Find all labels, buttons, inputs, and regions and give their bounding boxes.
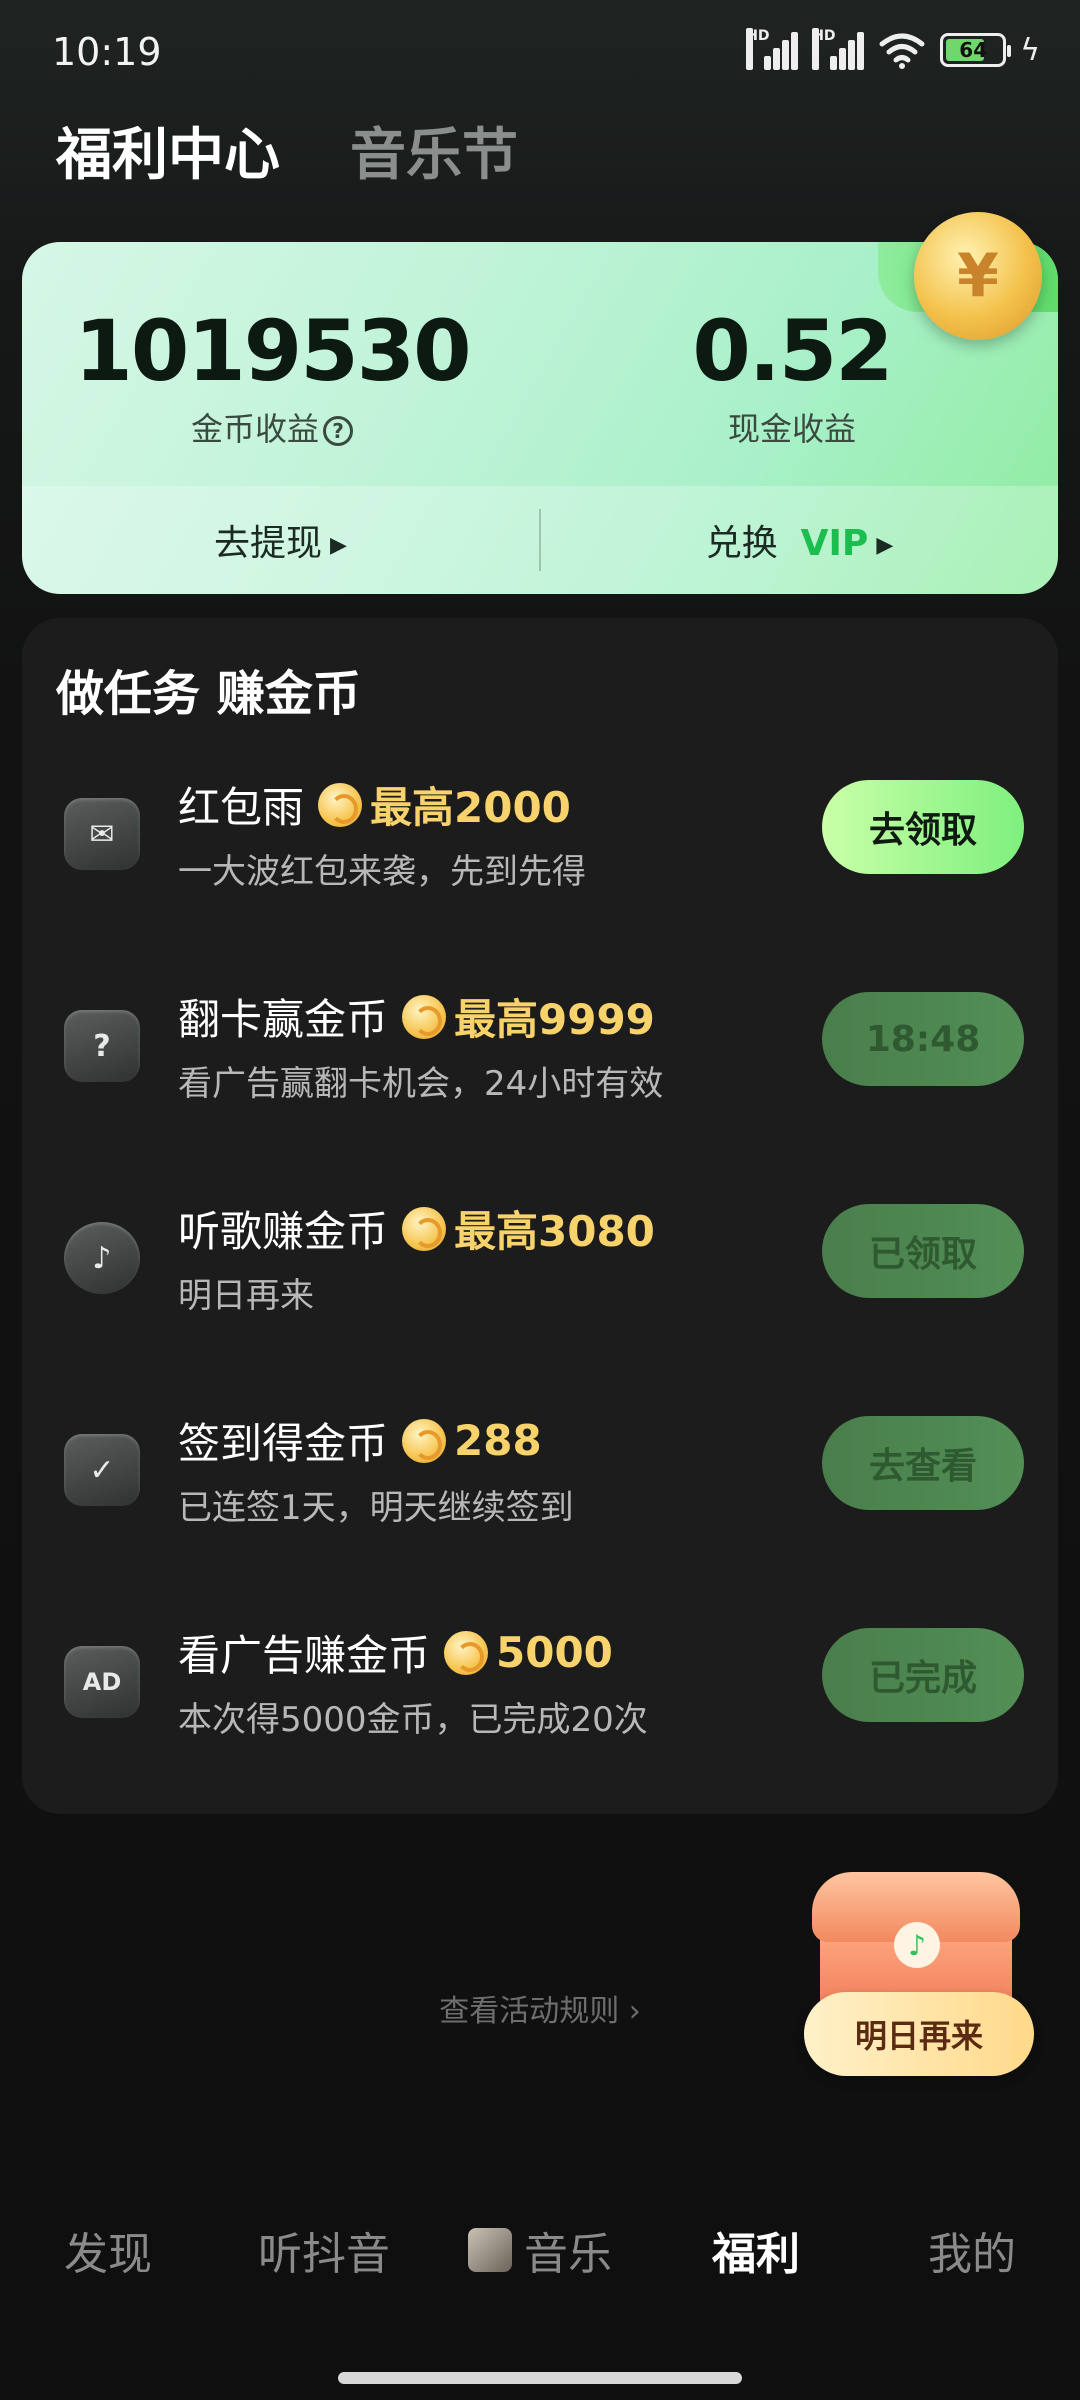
task-desc: 一大波红包来袭，先到先得 bbox=[178, 852, 586, 892]
task-item: ♪ 听歌赚金币 最高3080 明日再来 已领取 bbox=[22, 1178, 1058, 1390]
task-item: ✉ 红包雨 最高2000 一大波红包来袭，先到先得 去领取 bbox=[22, 754, 1058, 966]
card-question-icon: ? bbox=[64, 1010, 140, 1082]
task-desc: 本次得5000金币，已完成20次 bbox=[178, 1700, 648, 1740]
play-arrow-icon: ▶ bbox=[330, 532, 347, 558]
album-thumbnail bbox=[468, 2228, 512, 2272]
coin-icon bbox=[402, 1418, 447, 1463]
nav-discover[interactable]: 发现 bbox=[0, 2200, 216, 2300]
nav-me[interactable]: 我的 bbox=[864, 2200, 1080, 2300]
signal-icon: HD bbox=[746, 28, 799, 70]
music-note-icon: ♪ bbox=[894, 1922, 940, 1968]
bottom-nav: 发现 听抖音 音乐 福利 我的 bbox=[0, 2200, 1080, 2300]
help-icon[interactable]: ? bbox=[323, 416, 353, 446]
calendar-check-icon: ✓ bbox=[64, 1434, 140, 1506]
signal-icon: HD bbox=[812, 28, 865, 70]
task-item: ? 翻卡赢金币 最高9999 看广告赢翻卡机会，24小时有效 18:48 bbox=[22, 966, 1058, 1178]
task-reward: 最高3080 bbox=[454, 1207, 655, 1256]
music-note-icon: ♪ bbox=[64, 1222, 140, 1294]
coin-icon bbox=[402, 994, 447, 1039]
coins-label: 金币收益? bbox=[22, 404, 522, 450]
status-icons: HD HD 64 ϟ bbox=[746, 28, 1040, 70]
task-name: 看广告赚金币 bbox=[178, 1631, 431, 1680]
status-bar: 10:19 HD HD 64 ϟ bbox=[0, 0, 1080, 110]
page: 10:19 HD HD 64 ϟ 福利中心 音乐节 1019530 金币收益 ?… bbox=[0, 0, 1080, 2400]
red-envelope-icon: ✉ bbox=[64, 798, 140, 870]
task-desc: 看广告赢翻卡机会，24小时有效 bbox=[178, 1064, 664, 1104]
header-tabs: 福利中心 音乐节 bbox=[56, 110, 518, 191]
nav-music[interactable]: 音乐 bbox=[432, 2200, 648, 2300]
tab-welfare-center[interactable]: 福利中心 bbox=[56, 110, 280, 191]
wifi-icon bbox=[879, 33, 925, 69]
task-reward: 288 bbox=[454, 1416, 542, 1465]
task-item: ✓ 签到得金币 288 已连签1天，明天继续签到 去查看 bbox=[22, 1390, 1058, 1602]
cash-label: 现金收益 bbox=[727, 410, 856, 448]
nav-listen-douyin[interactable]: 听抖音 bbox=[216, 2200, 432, 2300]
completed-button[interactable]: 已完成 bbox=[822, 1628, 1024, 1722]
earnings-actions: 去提现 ▶ 兑换 VIP ▶ bbox=[22, 486, 1058, 594]
task-name: 听歌赚金币 bbox=[178, 1207, 389, 1256]
ad-icon: AD bbox=[64, 1646, 140, 1718]
home-indicator[interactable] bbox=[338, 2372, 742, 2384]
gold-coin-icon bbox=[914, 212, 1042, 340]
task-name: 签到得金币 bbox=[178, 1419, 389, 1468]
claimed-button[interactable]: 已领取 bbox=[822, 1204, 1024, 1298]
coin-icon bbox=[402, 1206, 447, 1251]
withdraw-button[interactable]: 去提现 ▶ bbox=[22, 514, 539, 566]
task-reward: 最高2000 bbox=[370, 783, 571, 832]
status-time: 10:19 bbox=[52, 30, 162, 74]
coins-value: 1019530 bbox=[74, 302, 471, 400]
coin-icon bbox=[444, 1630, 489, 1675]
nav-welfare[interactable]: 福利 bbox=[648, 2200, 864, 2300]
exchange-vip-button[interactable]: 兑换 VIP ▶ bbox=[541, 514, 1058, 566]
task-reward: 最高9999 bbox=[454, 995, 655, 1044]
task-item: AD 看广告赚金币 5000 本次得5000金币，已完成20次 已完成 bbox=[22, 1602, 1058, 1814]
earnings-card: 1019530 金币收益? 0.52 现金收益 去提现 ▶ 兑换 VIP ▶ bbox=[22, 242, 1058, 594]
battery-icon: 64 bbox=[940, 33, 1012, 67]
tab-music-festival[interactable]: 音乐节 bbox=[350, 110, 518, 191]
task-reward: 5000 bbox=[496, 1628, 613, 1677]
task-desc: 明日再来 bbox=[178, 1276, 314, 1316]
task-desc: 已连签1天，明天继续签到 bbox=[178, 1488, 574, 1528]
coin-icon bbox=[318, 782, 363, 827]
view-button[interactable]: 去查看 bbox=[822, 1416, 1024, 1510]
task-name: 翻卡赢金币 bbox=[178, 995, 389, 1044]
countdown-button[interactable]: 18:48 bbox=[822, 992, 1024, 1086]
charging-icon: ϟ bbox=[1020, 32, 1040, 68]
task-name: 红包雨 bbox=[178, 783, 305, 832]
coins-earnings[interactable]: 1019530 金币收益? bbox=[22, 302, 522, 450]
tasks-card: 做任务 赚金币 ✉ 红包雨 最高2000 一大波红包来袭，先到先得 去领取 ? … bbox=[22, 618, 1058, 1814]
play-arrow-icon: ▶ bbox=[876, 532, 894, 558]
tasks-title: 做任务 赚金币 bbox=[56, 666, 361, 722]
claim-button[interactable]: 去领取 bbox=[822, 780, 1024, 874]
chest-come-back-button[interactable]: 明日再来 bbox=[804, 1992, 1034, 2076]
